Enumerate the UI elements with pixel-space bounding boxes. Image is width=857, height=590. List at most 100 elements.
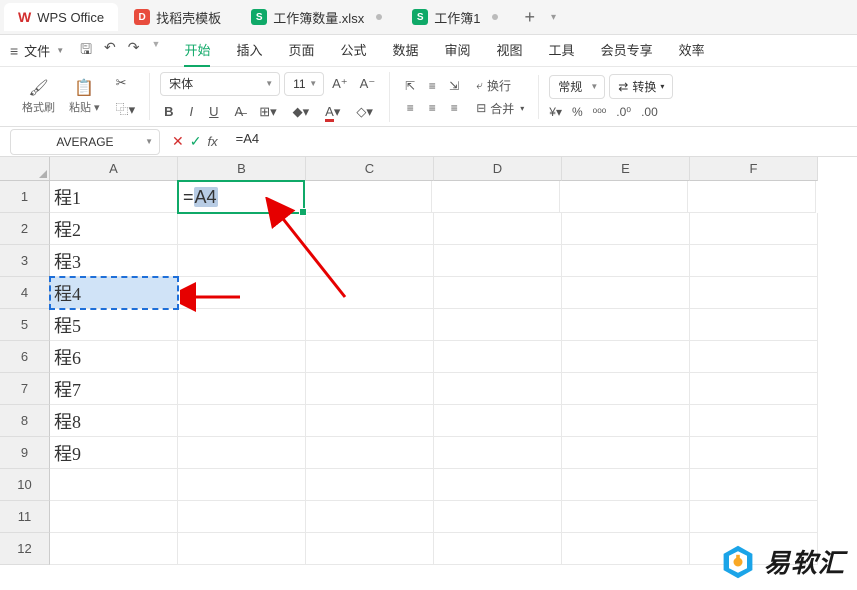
cell[interactable] xyxy=(178,469,306,501)
cell[interactable] xyxy=(434,341,562,373)
cell[interactable] xyxy=(178,277,306,309)
cell[interactable] xyxy=(690,501,818,533)
tab-view[interactable]: 视图 xyxy=(497,34,523,67)
cell-b1[interactable]: =A4 xyxy=(177,180,305,214)
cell[interactable] xyxy=(434,277,562,309)
align-bottom-button[interactable]: ⇲ xyxy=(444,76,464,96)
name-box[interactable]: AVERAGE ▼ xyxy=(10,129,160,155)
row-header[interactable]: 11 xyxy=(0,501,50,533)
cell[interactable] xyxy=(306,341,434,373)
tab-home[interactable]: 开始 xyxy=(184,34,210,67)
cell[interactable] xyxy=(562,309,690,341)
cell-a4[interactable]: 程4 xyxy=(50,277,178,309)
cell[interactable] xyxy=(306,437,434,469)
cell[interactable] xyxy=(562,437,690,469)
fill-color-button[interactable]: ◆▾ xyxy=(289,102,314,122)
convert-button[interactable]: ⇄ 转换▾ xyxy=(609,74,673,99)
cell[interactable] xyxy=(50,469,178,501)
tab-review[interactable]: 审阅 xyxy=(445,34,471,67)
cell-a2[interactable]: 程2 xyxy=(50,213,178,245)
currency-button[interactable]: ¥▾ xyxy=(549,105,562,119)
font-color-button[interactable]: A▾ xyxy=(321,102,344,122)
cell-a8[interactable]: 程8 xyxy=(50,405,178,437)
app-tab-wps[interactable]: W WPS Office xyxy=(4,3,118,31)
cell[interactable] xyxy=(562,469,690,501)
col-header-a[interactable]: A xyxy=(50,157,178,181)
cell-a9[interactable]: 程9 xyxy=(50,437,178,469)
cell[interactable] xyxy=(562,533,690,565)
increase-font-button[interactable]: A⁺ xyxy=(328,74,352,94)
align-top-button[interactable]: ⇱ xyxy=(400,76,420,96)
cell[interactable] xyxy=(690,469,818,501)
cell[interactable] xyxy=(690,245,818,277)
cell-a1[interactable]: 程1 xyxy=(50,181,178,213)
cell[interactable] xyxy=(434,309,562,341)
tab-menu-button[interactable]: ▾ xyxy=(545,12,562,23)
decrease-font-button[interactable]: A⁻ xyxy=(356,74,380,94)
cell[interactable] xyxy=(304,181,432,213)
undo-icon[interactable]: ↶ xyxy=(104,39,116,63)
row-header[interactable]: 12 xyxy=(0,533,50,565)
tab-member[interactable]: 会员专享 xyxy=(601,34,653,67)
cell[interactable] xyxy=(690,341,818,373)
cell-a3[interactable]: 程3 xyxy=(50,245,178,277)
file-menu[interactable]: 文件 xyxy=(24,41,50,60)
row-header[interactable]: 4 xyxy=(0,277,50,309)
cell[interactable] xyxy=(562,245,690,277)
cell[interactable] xyxy=(690,213,818,245)
doc-tab-template[interactable]: D 找稻壳模板 xyxy=(120,2,235,33)
border-button[interactable]: ⊞▾ xyxy=(255,102,280,122)
bold-button[interactable]: B xyxy=(160,102,177,122)
row-header[interactable]: 6 xyxy=(0,341,50,373)
font-family-select[interactable]: 宋体 ▼ xyxy=(160,72,280,96)
cell[interactable] xyxy=(690,309,818,341)
align-right-button[interactable]: ≡ xyxy=(444,98,464,118)
align-middle-button[interactable]: ≡ xyxy=(422,76,442,96)
save-icon[interactable]: 🖫 xyxy=(80,39,92,63)
cell[interactable] xyxy=(434,501,562,533)
col-header-c[interactable]: C xyxy=(306,157,434,181)
select-all-corner[interactable] xyxy=(0,157,50,181)
cell[interactable] xyxy=(562,373,690,405)
new-tab-button[interactable]: + xyxy=(514,7,545,28)
cell[interactable] xyxy=(306,501,434,533)
cancel-formula-button[interactable]: ✕ xyxy=(172,133,184,150)
col-header-f[interactable]: F xyxy=(690,157,818,181)
col-header-b[interactable]: B xyxy=(178,157,306,181)
row-header[interactable]: 9 xyxy=(0,437,50,469)
cell[interactable] xyxy=(306,277,434,309)
clear-format-button[interactable]: ◇▾ xyxy=(352,102,377,122)
cell[interactable] xyxy=(178,245,306,277)
cell[interactable] xyxy=(178,405,306,437)
quick-chevron-icon[interactable]: ▼ xyxy=(152,39,161,63)
cell[interactable] xyxy=(178,213,306,245)
format-painter-button[interactable]: 🖌 格式刷 xyxy=(16,76,61,117)
cell[interactable] xyxy=(688,181,816,213)
cell[interactable] xyxy=(434,405,562,437)
wrap-text-button[interactable]: ⤶ 换行 xyxy=(472,75,528,96)
paste-button[interactable]: 📋 粘贴 ▾ xyxy=(63,76,106,117)
cell[interactable] xyxy=(562,213,690,245)
merge-button[interactable]: ⊟ 合并▾ xyxy=(472,98,528,119)
cell[interactable] xyxy=(690,277,818,309)
increase-decimal-button[interactable]: .00 xyxy=(641,105,658,119)
cell[interactable] xyxy=(178,501,306,533)
confirm-formula-button[interactable]: ✓ xyxy=(190,133,202,150)
cell[interactable] xyxy=(50,501,178,533)
percent-button[interactable]: % xyxy=(572,105,583,119)
row-header[interactable]: 10 xyxy=(0,469,50,501)
align-center-button[interactable]: ≡ xyxy=(422,98,442,118)
cell[interactable] xyxy=(178,341,306,373)
cell[interactable] xyxy=(690,373,818,405)
cell-a5[interactable]: 程5 xyxy=(50,309,178,341)
row-header[interactable]: 1 xyxy=(0,181,50,213)
cell[interactable] xyxy=(562,501,690,533)
align-left-button[interactable]: ≡ xyxy=(400,98,420,118)
tab-formula[interactable]: 公式 xyxy=(340,34,366,67)
cell[interactable] xyxy=(434,469,562,501)
fx-icon[interactable]: fx xyxy=(207,134,217,149)
row-header[interactable]: 5 xyxy=(0,309,50,341)
chevron-down-icon[interactable]: ▼ xyxy=(56,46,64,55)
cell[interactable] xyxy=(178,373,306,405)
cell[interactable] xyxy=(432,181,560,213)
